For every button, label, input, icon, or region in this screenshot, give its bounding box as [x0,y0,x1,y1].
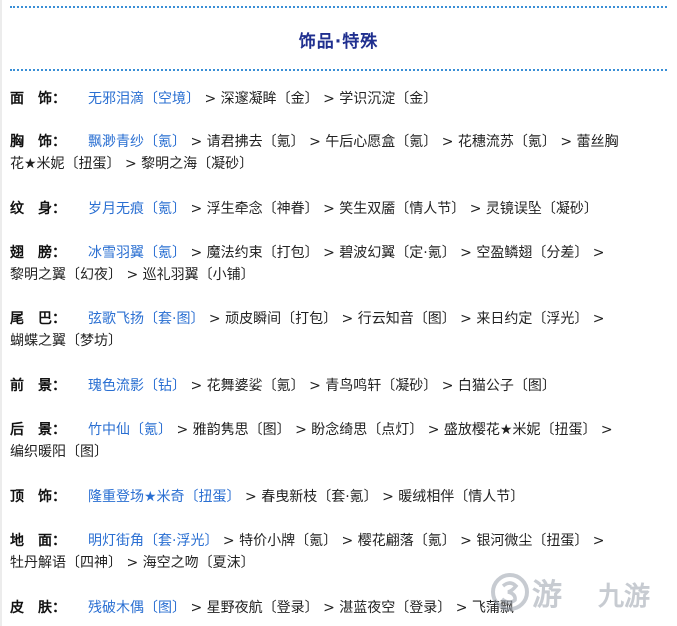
row-label: 面 饰： [10,91,66,107]
item-chain: > 星野夜航〔登录〕 > 湛蓝夜空〔登录〕 > 飞蒲飘 [186,600,514,616]
watermark-brand-text: 九游 [598,582,651,612]
row-label: 胸 饰： [10,134,66,150]
featured-item-link[interactable]: 残破木偶〔图〕 [88,600,186,616]
row-label: 纹 身： [10,201,66,217]
row-tail: 尾 巴： 弦歌飞扬〔套·图〕 > 顽皮瞬间〔打包〕 > 行云知音〔图〕 > 来日约… [10,308,670,352]
item-chain: > 魔法约束〔打包〕 > 碧波幻翼〔定·氪〕 > 空盈鳞翅〔分差〕 > [186,245,605,261]
row-chest: 胸 饰： 飘渺青纱〔氪〕 > 请君拂去〔氪〕 > 午后心愿盒〔氪〕 > 花穗流苏〔… [10,131,670,175]
item-chain: > 春曳新枝〔套·氪〕 > 暖绒相伴〔情人节〕 [240,489,525,505]
watermark-logo-icon [491,573,529,611]
item-chain: > 特价小牌〔氪〕 > 樱花翩落〔氪〕 > 银河微尘〔扭蛋〕 > [218,533,605,549]
item-chain-continued: 蝴蝶之翼〔梦坊〕 [10,333,122,349]
item-chain: > 雅韵隽思〔图〕 > 盼念绮思〔点灯〕 > 盛放樱花★米妮〔扭蛋〕 > [172,422,613,438]
featured-item-link[interactable]: 弦歌飞扬〔套·图〕 [88,311,204,327]
row-label: 皮 肤： [10,600,66,616]
row-label: 翅 膀： [10,245,66,261]
item-chain: > 花舞婆娑〔氪〕 > 青鸟鸣轩〔凝砂〕 > 白猫公子〔图〕 [186,378,556,394]
top-dotted-divider [10,6,667,8]
row-foreground: 前 景： 瑰色流影〔钻〕 > 花舞婆娑〔氪〕 > 青鸟鸣轩〔凝砂〕 > 白猫公子〔… [10,375,670,397]
row-wings: 翅 膀： 冰雪羽翼〔氪〕 > 魔法约束〔打包〕 > 碧波幻翼〔定·氪〕 > 空盈鳞… [10,242,670,286]
item-chain: > 浮生牵念〔神眷〕 > 笑生双靥〔情人节〕 > 灵镜误坠〔凝砂〕 [186,201,598,217]
row-tattoo: 纹 身： 岁月无痕〔氪〕 > 浮生牵念〔神眷〕 > 笑生双靥〔情人节〕 > 灵镜误… [10,198,670,220]
item-chain: > 深邃凝眸〔金〕 > 学识沉淀〔金〕 [200,91,438,107]
section-title: 饰品·特殊 [298,32,379,52]
row-label: 前 景： [10,378,66,394]
site-watermark: 游 九游 [488,568,673,620]
row-background: 后 景： 竹中仙〔氪〕 > 雅韵隽思〔图〕 > 盼念绮思〔点灯〕 > 盛放樱花★米… [10,419,670,463]
featured-item-link[interactable]: 隆重登场★米奇〔扭蛋〕 [88,489,241,505]
item-chain-continued: 花★米妮〔扭蛋〕 > 黎明之海〔凝砂〕 [10,156,254,172]
item-chain: > 请君拂去〔氪〕 > 午后心愿盒〔氪〕 > 花穗流苏〔氪〕 > 蕾丝胸 [186,134,619,150]
row-label: 后 景： [10,422,66,438]
featured-item-link[interactable]: 明灯街角〔套·浮光〕 [88,533,218,549]
item-chain-continued: 编织暖阳〔图〕 [10,444,108,460]
row-top-decor: 顶 饰： 隆重登场★米奇〔扭蛋〕 > 春曳新枝〔套·氪〕 > 暖绒相伴〔情人节〕 [10,486,670,508]
row-label: 顶 饰： [10,489,66,505]
row-face: 面 饰： 无邪泪滴〔空境〕 > 深邃凝眸〔金〕 > 学识沉淀〔金〕 [10,88,670,110]
featured-item-link[interactable]: 飘渺青纱〔氪〕 [88,134,186,150]
featured-item-link[interactable]: 无邪泪滴〔空境〕 [88,91,200,107]
featured-item-link[interactable]: 竹中仙〔氪〕 [88,422,172,438]
title-dotted-divider [10,69,667,71]
featured-item-link[interactable]: 岁月无痕〔氪〕 [88,201,186,217]
row-label: 尾 巴： [10,311,66,327]
featured-item-link[interactable]: 瑰色流影〔钻〕 [88,378,186,394]
section-header: 饰品·特殊 [0,0,677,72]
page-left-border [0,0,2,626]
item-chain: > 顽皮瞬间〔打包〕 > 行云知音〔图〕 > 来日约定〔浮光〕 > [204,311,605,327]
featured-item-link[interactable]: 冰雪羽翼〔氪〕 [88,245,186,261]
item-chain-continued: 黎明之翼〔幻夜〕 > 巡礼羽翼〔小铺〕 [10,267,255,283]
row-label: 地 面： [10,533,66,549]
watermark-text: 游 [532,578,562,613]
